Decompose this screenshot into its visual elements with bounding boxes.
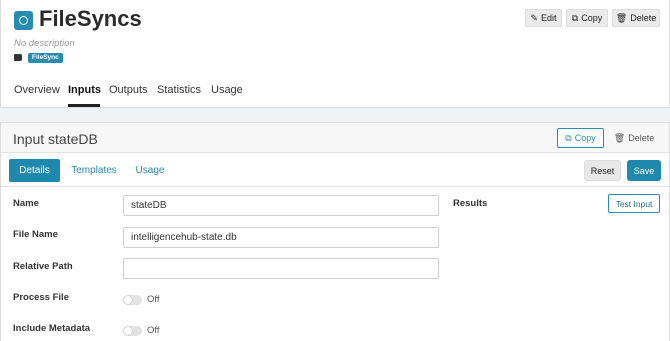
active-tab-indicator [68, 104, 100, 107]
name-input[interactable]: stateDB [123, 195, 439, 216]
input-copy-button[interactable]: ⧉ Copy [557, 128, 604, 148]
copy-button[interactable]: ⧉ Copy [566, 9, 608, 27]
file-name-label: File Name [13, 229, 58, 240]
copy-icon: ⧉ [565, 132, 572, 143]
include-metadata-state: Off [147, 325, 160, 336]
process-file-toggle[interactable] [123, 295, 142, 305]
tab-outputs[interactable]: Outputs [109, 84, 148, 96]
subtab-details[interactable]: Details [9, 159, 60, 182]
tab-overview[interactable]: Overview [14, 84, 60, 96]
relative-path-label: Relative Path [13, 261, 73, 272]
tag-icon [14, 54, 22, 61]
input-title: Input stateDB [13, 131, 98, 147]
delete-label: Delete [630, 13, 657, 23]
subtab-bar: Details Templates Usage Reset Save [1, 153, 669, 187]
description: No description [14, 38, 75, 49]
include-metadata-toggle[interactable] [123, 326, 142, 336]
process-file-label: Process File [13, 292, 69, 303]
delete-button[interactable]: 🗑 Delete [612, 9, 660, 27]
tab-inputs[interactable]: Inputs [68, 84, 101, 96]
pencil-icon: ✎ [530, 12, 539, 23]
copy-icon: ⧉ [571, 12, 579, 23]
subtab-templates[interactable]: Templates [65, 159, 123, 182]
file-name-input[interactable]: intelligencehub-state.db [123, 227, 439, 248]
input-delete-label: Delete [628, 133, 655, 143]
tab-usage[interactable]: Usage [211, 84, 243, 96]
edit-label: Edit [541, 13, 557, 23]
reset-button[interactable]: Reset [584, 160, 621, 181]
input-panel-header: Input stateDB ⧉ Copy 🗑 Delete [1, 123, 669, 153]
trash-icon: 🗑 [613, 132, 626, 143]
input-delete-button[interactable]: 🗑 Delete [613, 128, 655, 148]
tab-statistics[interactable]: Statistics [157, 84, 201, 96]
results-heading: Results [453, 198, 488, 209]
subtab-usage[interactable]: Usage [129, 159, 171, 182]
save-button[interactable]: Save [627, 160, 661, 181]
copy-label: Copy [581, 13, 603, 23]
edit-button[interactable]: ✎ Edit [525, 9, 562, 27]
filesync-logo-icon [14, 11, 33, 30]
process-file-state: Off [147, 294, 160, 305]
test-input-button[interactable]: Test Input [608, 194, 660, 213]
header-card: FileSyncs No description FileSync ✎ Edit… [0, 0, 670, 108]
tag-badge[interactable]: FileSync [28, 53, 63, 63]
trash-icon: 🗑 [615, 12, 628, 23]
name-label: Name [13, 198, 39, 209]
include-metadata-label: Include Metadata [13, 323, 91, 334]
relative-path-input[interactable] [123, 258, 439, 279]
page-title: FileSyncs [39, 6, 142, 31]
input-copy-label: Copy [574, 133, 596, 143]
